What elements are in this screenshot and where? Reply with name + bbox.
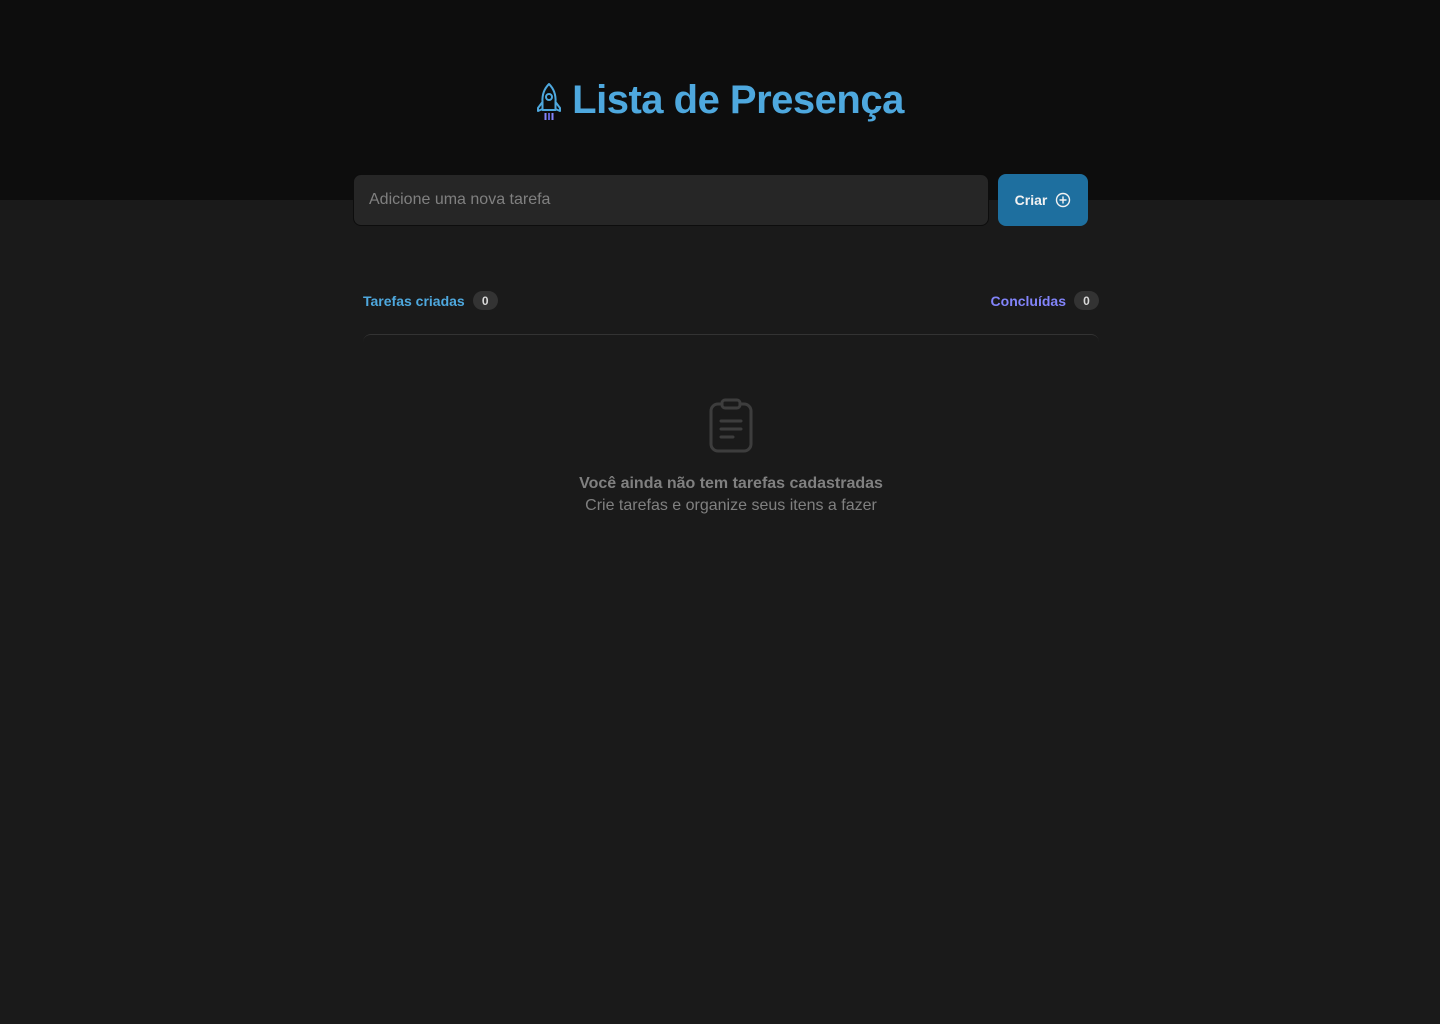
create-button[interactable]: Criar [998, 174, 1088, 226]
app-title: Lista de Presença [572, 78, 904, 122]
completed-tasks-label: Concluídas [990, 292, 1066, 309]
clipboard-icon [709, 398, 753, 453]
empty-state-subtitle: Crie tarefas e organize seus itens a faz… [585, 497, 877, 514]
created-tasks-count: 0 [472, 291, 498, 310]
completed-tasks-stat: Concluídas 0 [991, 291, 1099, 310]
plus-circle-icon [1056, 192, 1071, 208]
created-tasks-stat: Tarefas criadas 0 [363, 291, 498, 310]
completed-tasks-count: 0 [1074, 291, 1099, 310]
empty-state: Você ainda não tem tarefas cadastradas C… [363, 334, 1099, 517]
create-button-label: Criar [1014, 192, 1048, 208]
rocket-icon [537, 83, 562, 120]
new-task-input[interactable] [353, 174, 989, 226]
brand: Lista de Presença [0, 78, 1440, 122]
header: Lista de Presença [0, 0, 1440, 200]
task-stats: Tarefas criadas 0 Concluídas 0 [363, 290, 1099, 311]
empty-state-title: Você ainda não tem tarefas cadastradas [579, 475, 883, 492]
created-tasks-label: Tarefas criadas [363, 292, 465, 309]
new-task-form: Criar [353, 174, 1088, 226]
